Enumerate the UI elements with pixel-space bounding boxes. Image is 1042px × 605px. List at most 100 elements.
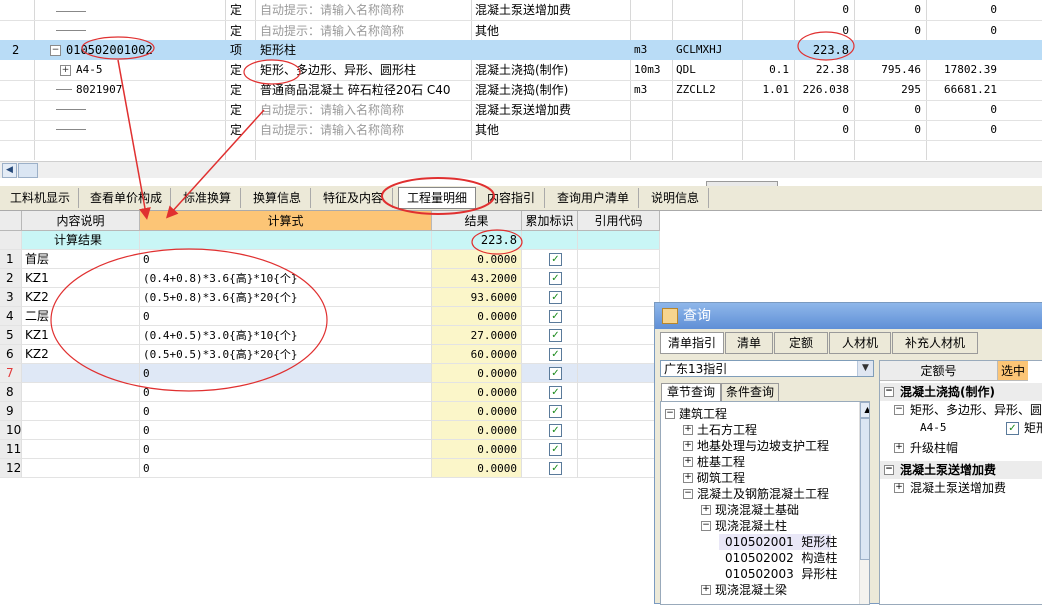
name-cell[interactable]: 自动提示：请输入名称简称 [260, 120, 470, 140]
quota-group[interactable]: − 混凝土泵送增加费 [880, 461, 1042, 479]
chapter-tree[interactable]: − 建筑工程 + 土石方工程 + 地基处理与边坡支护工程 + 桩基工程 + 砌筑工程 − 混凝土及钢筋… [660, 401, 870, 605]
query-tab-list[interactable]: 清单 [725, 332, 773, 354]
tree-item[interactable]: 010502001 矩形柱 [719, 534, 837, 550]
accumulate-checkbox[interactable]: ✓ [549, 386, 562, 399]
expand-icon[interactable]: + [683, 457, 693, 467]
table-row[interactable]: 定 自动提示：请输入名称简称 其他 0 0 0 [0, 120, 1042, 140]
quota-item[interactable]: − 矩形、多边形、异形、圆 [880, 401, 1042, 419]
expand-icon[interactable]: + [683, 473, 693, 483]
ref-code-cell[interactable] [578, 364, 660, 383]
guide-select[interactable]: 广东13指引 ▼ [660, 360, 874, 377]
table-row[interactable]: 5 KZ1 (0.4+0.5)*3.0{高}*10{个} 27.0000 ✓ [0, 326, 660, 345]
expand-icon[interactable]: + [701, 505, 711, 515]
table-row[interactable]: 1 首层 0 0.0000 ✓ [0, 250, 660, 269]
accum-cell[interactable]: ✓ [522, 307, 578, 326]
ref-code-cell[interactable] [578, 402, 660, 421]
scroll-left-icon[interactable]: ◀ [2, 163, 17, 178]
accumulate-checkbox[interactable]: ✓ [549, 310, 562, 323]
table-row[interactable]: 10 0 0.0000 ✓ [0, 421, 660, 440]
desc-cell[interactable] [22, 383, 140, 402]
accum-cell[interactable]: ✓ [522, 402, 578, 421]
horizontal-scrollbar[interactable]: ◀ [0, 161, 1042, 178]
desc-cell[interactable] [22, 459, 140, 478]
tab-content-guide[interactable]: 内容指引 [478, 188, 545, 208]
formula-cell[interactable]: (0.5+0.8)*3.6{高}*20{个} [140, 288, 432, 307]
table-row[interactable]: 8 0 0.0000 ✓ [0, 383, 660, 402]
desc-cell[interactable]: KZ2 [22, 288, 140, 307]
tree-scrollbar[interactable]: ▲ [859, 402, 869, 604]
table-row[interactable]: 定 自动提示：请输入名称简称 混凝土泵送增加费 0 0 0 [0, 100, 1042, 120]
table-row-selected[interactable]: 2 − 010502001002 项 矩形柱 m3 GCLMXHJ 223.8 [0, 40, 1042, 60]
subtab-condition-query[interactable]: 条件查询 [721, 383, 779, 402]
formula-cell[interactable]: 0 [140, 440, 432, 459]
chevron-down-icon[interactable]: ▼ [857, 361, 873, 376]
quota-item[interactable]: + 混凝土泵送增加费 [880, 479, 1042, 497]
formula-cell[interactable]: (0.4+0.8)*3.6{高}*10{个} [140, 269, 432, 288]
ref-code-cell[interactable] [578, 269, 660, 288]
formula-cell[interactable]: (0.4+0.5)*3.0{高}*10{个} [140, 326, 432, 345]
accum-cell[interactable]: ✓ [522, 421, 578, 440]
quota-sub-item[interactable]: A4-5 ✓ 矩形 [880, 419, 1042, 437]
quota-group[interactable]: − 混凝土浇捣(制作) [880, 383, 1042, 401]
table-row[interactable]: 3 KZ2 (0.5+0.8)*3.6{高}*20{个} 93.6000 ✓ [0, 288, 660, 307]
expand-icon[interactable]: + [894, 443, 904, 453]
accum-cell[interactable]: ✓ [522, 326, 578, 345]
accum-cell[interactable]: ✓ [522, 345, 578, 364]
col-header-quota-no[interactable]: 定额号 [880, 361, 998, 381]
table-row[interactable]: 12 0 0.0000 ✓ [0, 459, 660, 478]
formula-cell[interactable]: 0 [140, 459, 432, 478]
col-header-ref[interactable]: 引用代码 [578, 211, 660, 231]
formula-cell[interactable]: 0 [140, 402, 432, 421]
collapse-icon[interactable]: − [701, 521, 711, 531]
tree-item[interactable]: + 土石方工程 [683, 422, 757, 438]
desc-cell[interactable]: 首层 [22, 250, 140, 269]
query-tab-resources[interactable]: 人材机 [829, 332, 891, 354]
tree-item[interactable]: − 现浇混凝土柱 [701, 518, 787, 534]
tree-item[interactable]: + 砌筑工程 [683, 470, 745, 486]
table-row[interactable]: 定 自动提示：请输入名称简称 其他 0 0 0 [0, 21, 1042, 41]
item-code[interactable]: 8021907 [76, 80, 216, 100]
scroll-up-icon[interactable]: ▲ [860, 402, 869, 418]
desc-cell[interactable]: 二层 [22, 307, 140, 326]
col-header-formula[interactable]: 计算式 [140, 211, 432, 231]
tab-features[interactable]: 特征及内容 [314, 188, 393, 208]
collapse-icon[interactable]: − [894, 405, 904, 415]
desc-cell[interactable] [22, 440, 140, 459]
accumulate-checkbox[interactable]: ✓ [549, 462, 562, 475]
ref-code-cell[interactable] [578, 307, 660, 326]
accum-cell[interactable]: ✓ [522, 440, 578, 459]
accum-cell[interactable]: ✓ [522, 269, 578, 288]
formula-cell[interactable]: 0 [140, 421, 432, 440]
tab-standard-conversion[interactable]: 标准换算 [174, 188, 241, 208]
query-tab-quota[interactable]: 定额 [774, 332, 828, 354]
name-cell[interactable]: 自动提示：请输入名称简称 [260, 21, 470, 41]
quota-item[interactable]: + 升级柱帽 [880, 439, 1042, 457]
accum-cell[interactable]: ✓ [522, 364, 578, 383]
desc-cell[interactable]: KZ1 [22, 326, 140, 345]
query-tab-list-guide[interactable]: 清单指引 [660, 332, 724, 354]
select-checkbox[interactable]: ✓ [1006, 422, 1019, 435]
accumulate-checkbox[interactable]: ✓ [549, 405, 562, 418]
tree-item[interactable]: 010502003 异形柱 [719, 566, 837, 582]
collapse-icon[interactable]: − [884, 387, 894, 397]
accumulate-checkbox[interactable]: ✓ [549, 348, 562, 361]
ref-code-cell[interactable] [578, 345, 660, 364]
table-row[interactable]: 9 0 0.0000 ✓ [0, 402, 660, 421]
query-title-bar[interactable]: 查询 [655, 303, 1042, 329]
tree-item[interactable]: + 现浇混凝土梁 [701, 582, 787, 598]
name-cell[interactable]: 矩形柱 [260, 40, 470, 60]
accum-cell[interactable]: ✓ [522, 459, 578, 478]
accum-cell[interactable]: ✓ [522, 383, 578, 402]
table-row[interactable]: 7 0 0.0000 ✓ [0, 364, 660, 383]
collapse-icon[interactable]: − [50, 45, 61, 56]
accumulate-checkbox[interactable]: ✓ [549, 424, 562, 437]
table-row[interactable]: 11 0 0.0000 ✓ [0, 440, 660, 459]
item-code[interactable]: 010502001002 [66, 40, 216, 60]
desc-cell[interactable] [22, 402, 140, 421]
col-header-desc[interactable]: 内容说明 [22, 211, 140, 231]
col-header-result[interactable]: 结果 [432, 211, 522, 231]
tab-query-user-list[interactable]: 查询用户清单 [548, 188, 639, 208]
accumulate-checkbox[interactable]: ✓ [549, 291, 562, 304]
tab-description[interactable]: 说明信息 [642, 188, 709, 208]
formula-cell[interactable]: 0 [140, 383, 432, 402]
